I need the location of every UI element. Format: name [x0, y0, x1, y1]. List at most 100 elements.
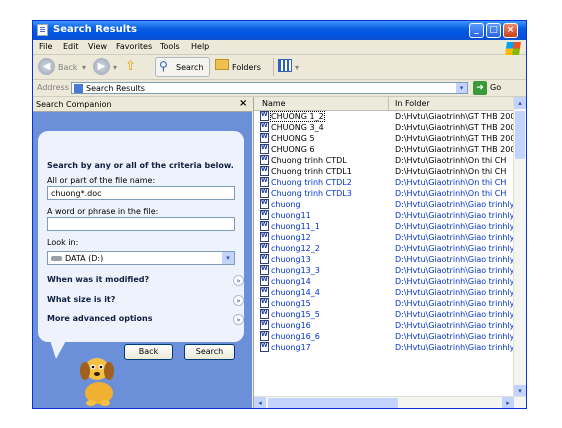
result-row[interactable]: chuong16_6 D:\Hvtu\Giaotrinh\Giao trinhly…: [254, 331, 514, 342]
address-label: Address: [37, 83, 69, 92]
result-row[interactable]: chuong11_1 D:\Hvtu\Giaotrinh\Giao trinhly…: [254, 221, 514, 232]
result-folder: D:\Hvtu\Giaotrinh\Giao trinhlyth...: [395, 288, 513, 297]
back-button-label[interactable]: Back: [58, 63, 77, 72]
result-row[interactable]: Chuong trinh CTDL2 D:\Hvtu\Giaotrinh\On t…: [254, 177, 514, 188]
result-file-name: chuong17: [271, 343, 311, 352]
result-folder: D:\Hvtu\Giaotrinh\On thi CH: [395, 189, 507, 198]
column-divider[interactable]: [388, 97, 389, 110]
advanced-options[interactable]: More advanced options: [47, 314, 152, 323]
result-row[interactable]: Chuong trinh CTDL D:\Hvtu\Giaotrinh\On th…: [254, 155, 514, 166]
when-modified-option[interactable]: When was it modified?: [47, 275, 149, 284]
file-name-input[interactable]: chuong*.doc: [47, 186, 235, 200]
go-arrow-icon[interactable]: ➜: [473, 81, 487, 95]
result-row[interactable]: CHUONG 5 D:\Hvtu\Giaotrinh\GT THB 2004: [254, 133, 514, 144]
forward-dropdown-icon[interactable]: ▾: [113, 63, 117, 72]
result-row[interactable]: Chuong trinh CTDL1 D:\Hvtu\Giaotrinh\On t…: [254, 166, 514, 177]
menu-file[interactable]: File: [39, 42, 52, 51]
word-document-icon: [260, 199, 269, 209]
address-bar: Address Search Results ▾ ➜ Go: [33, 80, 526, 97]
column-in-folder[interactable]: In Folder: [395, 99, 430, 108]
result-file-name: chuong11_1: [271, 222, 320, 231]
look-in-value: DATA (D:): [65, 254, 104, 263]
horizontal-scrollbar[interactable]: ◂ ▸: [254, 396, 526, 408]
folders-icon[interactable]: [215, 59, 229, 70]
result-folder: D:\Hvtu\Giaotrinh\Giao trinhlyth...: [395, 211, 513, 220]
name-label: All or part of the file name:: [47, 176, 156, 185]
forward-arrow-icon[interactable]: ▶: [93, 58, 110, 75]
result-row[interactable]: CHUONG 6 D:\Hvtu\Giaotrinh\GT THB 2004: [254, 144, 514, 155]
menu-tools[interactable]: Tools: [160, 42, 180, 51]
title-bar[interactable]: Search Results _ □ ×: [33, 21, 526, 40]
file-name-value: chuong*.doc: [51, 189, 102, 198]
word-document-icon: [260, 342, 269, 352]
views-dropdown-icon[interactable]: ▾: [295, 63, 299, 72]
result-row[interactable]: chuong14_4 D:\Hvtu\Giaotrinh\Giao trinhly…: [254, 287, 514, 298]
result-row[interactable]: chuong D:\Hvtu\Giaotrinh\Giao trinhlyth..…: [254, 199, 514, 210]
minimize-button[interactable]: _: [469, 23, 484, 38]
result-row[interactable]: chuong14 D:\Hvtu\Giaotrinh\Giao trinhlyth…: [254, 276, 514, 287]
menu-help[interactable]: Help: [191, 42, 209, 51]
horizontal-scroll-thumb[interactable]: [268, 398, 398, 408]
maximize-button[interactable]: □: [486, 23, 501, 38]
result-row[interactable]: chuong13 D:\Hvtu\Giaotrinh\Giao trinhlyth…: [254, 254, 514, 265]
drive-icon: [51, 256, 62, 261]
vertical-scrollbar[interactable]: ▴ ▾: [513, 97, 526, 397]
result-row[interactable]: chuong12 D:\Hvtu\Giaotrinh\Giao trinhlyth…: [254, 232, 514, 243]
result-row[interactable]: chuong13_3 D:\Hvtu\Giaotrinh\Giao trinhly…: [254, 265, 514, 276]
result-folder: D:\Hvtu\Giaotrinh\On thi CH: [395, 156, 507, 165]
word-document-icon: [260, 188, 269, 198]
back-arrow-icon[interactable]: ◀: [38, 58, 55, 75]
result-folder: D:\Hvtu\Giaotrinh\On thi CH: [395, 167, 507, 176]
word-document-icon: [260, 166, 269, 176]
scroll-left-icon[interactable]: ◂: [254, 397, 266, 408]
result-row[interactable]: Chuong trinh CTDL3 D:\Hvtu\Giaotrinh\On t…: [254, 188, 514, 199]
result-row[interactable]: CHUONG 1_2 D:\Hvtu\Giaotrinh\GT THB 2004: [254, 111, 514, 122]
scroll-up-icon[interactable]: ▴: [514, 97, 526, 109]
search-icon: ⚲: [159, 59, 168, 73]
scroll-right-icon[interactable]: ▸: [502, 397, 514, 408]
result-row[interactable]: chuong15_5 D:\Hvtu\Giaotrinh\Giao trinhly…: [254, 309, 514, 320]
word-document-icon: [260, 221, 269, 231]
close-panel-icon[interactable]: ×: [239, 98, 247, 109]
menu-view[interactable]: View: [88, 42, 107, 51]
folders-button-label[interactable]: Folders: [232, 63, 261, 72]
go-label[interactable]: Go: [490, 83, 501, 92]
expand-modified-icon[interactable]: »: [233, 275, 244, 286]
window-title: Search Results: [53, 24, 137, 35]
word-document-icon: [260, 320, 269, 330]
result-row[interactable]: CHUONG 3_4 D:\Hvtu\Giaotrinh\GT THB 2004: [254, 122, 514, 133]
close-button[interactable]: ×: [503, 23, 518, 38]
result-file-name: chuong11: [271, 211, 311, 220]
search-button[interactable]: Search: [184, 344, 235, 360]
menu-edit[interactable]: Edit: [63, 42, 79, 51]
result-row[interactable]: chuong11 D:\Hvtu\Giaotrinh\Giao trinhlyth…: [254, 210, 514, 221]
result-row[interactable]: chuong12_2 D:\Hvtu\Giaotrinh\Giao trinhly…: [254, 243, 514, 254]
address-field[interactable]: Search Results ▾: [71, 82, 468, 94]
result-file-name: chuong14_4: [271, 288, 320, 297]
address-dropdown-icon[interactable]: ▾: [456, 83, 467, 93]
search-toolbar-button[interactable]: ⚲ Search: [155, 57, 210, 77]
result-row[interactable]: chuong16 D:\Hvtu\Giaotrinh\Giao trinhlyth…: [254, 320, 514, 331]
result-folder: D:\Hvtu\Giaotrinh\Giao trinhlyth...: [395, 233, 513, 242]
word-document-icon: [260, 210, 269, 220]
result-row[interactable]: chuong17 D:\Hvtu\Giaotrinh\Giao trinhlyth…: [254, 342, 514, 353]
phrase-label: A word or phrase in the file:: [47, 207, 159, 216]
result-folder: D:\Hvtu\Giaotrinh\Giao trinhlyth...: [395, 244, 513, 253]
views-icon[interactable]: [278, 59, 292, 72]
result-row[interactable]: chuong15 D:\Hvtu\Giaotrinh\Giao trinhlyth…: [254, 298, 514, 309]
scroll-thumb[interactable]: [515, 111, 525, 159]
back-button[interactable]: Back: [124, 344, 173, 360]
results-list: Name In Folder CHUONG 1_2 D:\Hvtu\Giaotri…: [253, 97, 526, 408]
expand-size-icon[interactable]: »: [233, 295, 244, 306]
menu-favorites[interactable]: Favorites: [116, 42, 152, 51]
up-folder-icon[interactable]: ⇧: [125, 59, 136, 74]
result-file-name: Chuong trinh CTDL: [271, 156, 347, 165]
look-in-dropdown-icon[interactable]: ▾: [222, 252, 234, 264]
result-file-name: chuong13_3: [271, 266, 320, 275]
column-name[interactable]: Name: [262, 99, 286, 108]
expand-advanced-icon[interactable]: »: [233, 314, 244, 325]
back-dropdown-icon[interactable]: ▾: [82, 63, 86, 72]
what-size-option[interactable]: What size is it?: [47, 295, 115, 304]
look-in-select[interactable]: DATA (D:) ▾: [47, 251, 235, 265]
phrase-input[interactable]: [47, 217, 235, 231]
